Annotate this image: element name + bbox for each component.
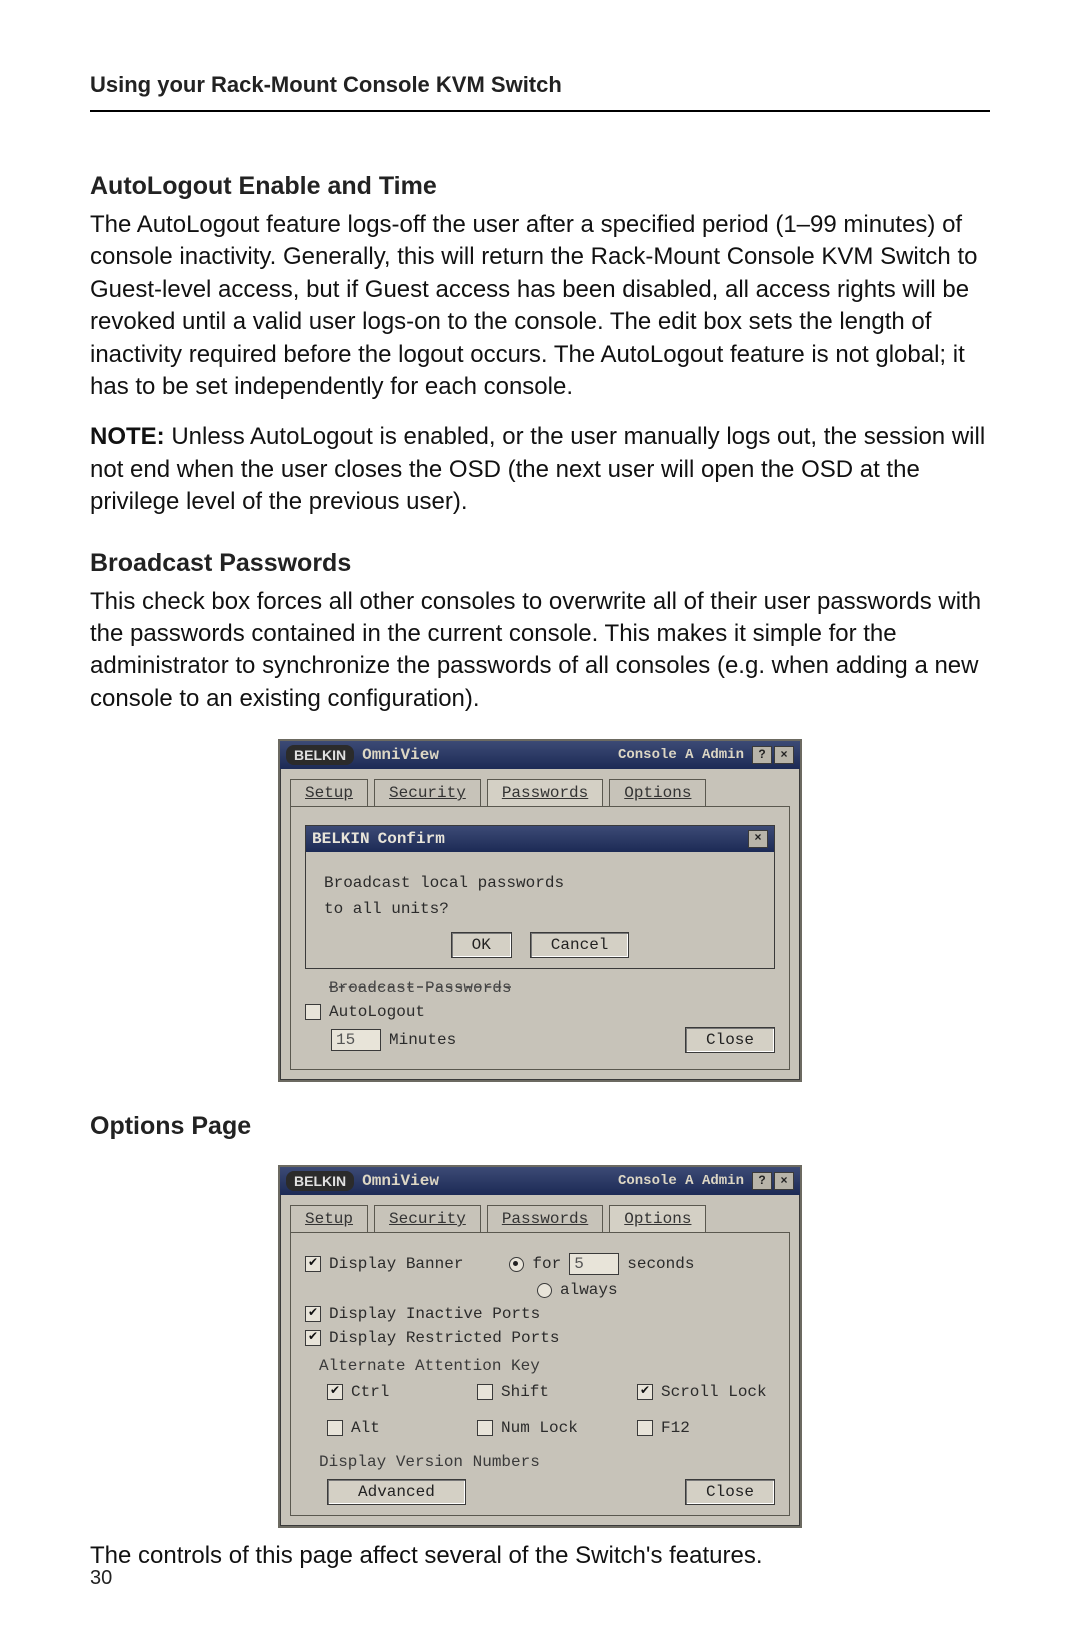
display-version-label: Display Version Numbers bbox=[319, 1453, 775, 1471]
console-label: Console A Admin bbox=[618, 747, 744, 763]
broadcast-passwords-label: Broadcast Passwords bbox=[329, 979, 511, 997]
heading-options: Options Page bbox=[90, 1112, 990, 1141]
brand-badge: BELKIN bbox=[312, 830, 370, 848]
ok-button[interactable]: OK bbox=[451, 932, 512, 958]
banner-seconds-field[interactable]: 5 bbox=[569, 1253, 619, 1275]
advanced-button[interactable]: Advanced bbox=[327, 1479, 466, 1505]
num-lock-checkbox[interactable] bbox=[477, 1420, 493, 1436]
confirm-line-2: to all units? bbox=[324, 900, 756, 918]
scroll-lock-checkbox[interactable]: ✔ bbox=[637, 1384, 653, 1400]
num-lock-label: Num Lock bbox=[501, 1419, 578, 1437]
close-icon[interactable]: × bbox=[748, 830, 768, 848]
note-body: Unless AutoLogout is enabled, or the use… bbox=[90, 423, 985, 515]
tab-setup[interactable]: Setup bbox=[290, 779, 368, 806]
f12-checkbox[interactable] bbox=[637, 1420, 653, 1436]
tab-options[interactable]: Options bbox=[609, 1205, 706, 1232]
shift-checkbox[interactable] bbox=[477, 1384, 493, 1400]
tab-setup[interactable]: Setup bbox=[290, 1205, 368, 1232]
alt-checkbox[interactable] bbox=[327, 1420, 343, 1436]
display-inactive-label: Display Inactive Ports bbox=[329, 1305, 540, 1323]
help-icon[interactable]: ? bbox=[752, 746, 772, 764]
product-name: OmniView bbox=[362, 746, 439, 764]
close-button[interactable]: Close bbox=[685, 1479, 775, 1505]
confirm-dialog: BELKIN Confirm × Broadcast local passwor… bbox=[305, 825, 775, 969]
display-restricted-label: Display Restricted Ports bbox=[329, 1329, 559, 1347]
banner-always-radio[interactable] bbox=[537, 1283, 552, 1298]
note-lead: NOTE: bbox=[90, 423, 165, 450]
always-label: always bbox=[560, 1281, 618, 1299]
tab-options[interactable]: Options bbox=[609, 779, 706, 806]
para-autologout: The AutoLogout feature logs-off the user… bbox=[90, 209, 990, 403]
display-banner-label: Display Banner bbox=[329, 1255, 463, 1273]
osd-window-options: BELKIN OmniView Console A Admin ? × Setu… bbox=[278, 1165, 802, 1528]
alt-label: Alt bbox=[351, 1419, 380, 1437]
brand-badge: BELKIN bbox=[286, 1171, 354, 1191]
heading-autologout: AutoLogout Enable and Time bbox=[90, 172, 990, 201]
tab-passwords[interactable]: Passwords bbox=[487, 1205, 603, 1232]
ctrl-checkbox[interactable]: ✔ bbox=[327, 1384, 343, 1400]
osd-window-confirm: BELKIN OmniView Console A Admin ? × Setu… bbox=[278, 739, 802, 1082]
autologout-label: AutoLogout bbox=[329, 1003, 425, 1021]
display-banner-checkbox[interactable]: ✔ bbox=[305, 1256, 321, 1272]
banner-for-radio[interactable] bbox=[509, 1257, 524, 1272]
para-broadcast: This check box forces all other consoles… bbox=[90, 586, 990, 716]
page-number: 30 bbox=[90, 1567, 112, 1590]
running-header: Using your Rack-Mount Console KVM Switch bbox=[90, 72, 990, 112]
close-icon[interactable]: × bbox=[774, 746, 794, 764]
close-button[interactable]: Close bbox=[685, 1027, 775, 1053]
alt-attention-label: Alternate Attention Key bbox=[319, 1357, 775, 1375]
shift-label: Shift bbox=[501, 1383, 549, 1401]
product-name: OmniView bbox=[362, 1172, 439, 1190]
osd-titlebar: BELKIN OmniView Console A Admin ? × bbox=[280, 741, 800, 769]
console-label: Console A Admin bbox=[618, 1173, 744, 1189]
cancel-button[interactable]: Cancel bbox=[530, 932, 630, 958]
display-inactive-checkbox[interactable]: ✔ bbox=[305, 1306, 321, 1322]
dialog-title-text: Confirm bbox=[378, 830, 445, 848]
osd-tabs: Setup Security Passwords Options bbox=[280, 769, 800, 806]
autologout-checkbox[interactable] bbox=[305, 1004, 321, 1020]
tab-passwords[interactable]: Passwords bbox=[487, 779, 603, 806]
minutes-label: Minutes bbox=[389, 1031, 456, 1049]
heading-broadcast: Broadcast Passwords bbox=[90, 549, 990, 578]
scroll-lock-label: Scroll Lock bbox=[661, 1383, 767, 1401]
osd-tabs: Setup Security Passwords Options bbox=[280, 1195, 800, 1232]
close-icon[interactable]: × bbox=[774, 1172, 794, 1190]
help-icon[interactable]: ? bbox=[752, 1172, 772, 1190]
display-restricted-checkbox[interactable]: ✔ bbox=[305, 1330, 321, 1346]
autologout-minutes-field[interactable]: 15 bbox=[331, 1029, 381, 1051]
para-options: The controls of this page affect several… bbox=[90, 1540, 990, 1572]
tab-security[interactable]: Security bbox=[374, 1205, 481, 1232]
tab-security[interactable]: Security bbox=[374, 779, 481, 806]
ctrl-label: Ctrl bbox=[351, 1383, 389, 1401]
confirm-line-1: Broadcast local passwords bbox=[324, 874, 756, 892]
para-autologout-note: NOTE: Unless AutoLogout is enabled, or t… bbox=[90, 421, 990, 518]
for-label: for bbox=[532, 1255, 561, 1273]
osd-titlebar: BELKIN OmniView Console A Admin ? × bbox=[280, 1167, 800, 1195]
f12-label: F12 bbox=[661, 1419, 690, 1437]
seconds-label: seconds bbox=[627, 1255, 694, 1273]
brand-badge: BELKIN bbox=[286, 745, 354, 765]
